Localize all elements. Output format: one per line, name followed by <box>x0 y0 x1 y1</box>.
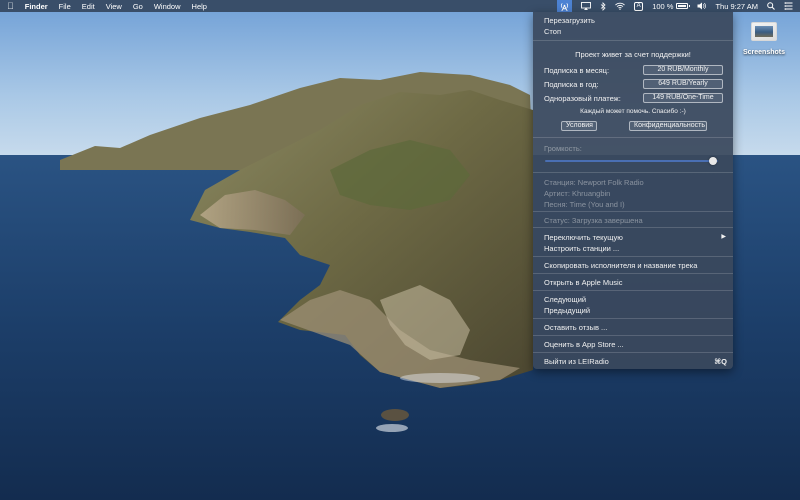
volume-icon[interactable] <box>697 2 707 10</box>
menu-item-rate-app-store[interactable]: Оценить в App Store ... <box>544 340 624 349</box>
subscription-row-yearly: Подписка в год: 649 RUB/Yearly <box>544 79 723 89</box>
one-time-payment-button[interactable]: 149 RUB/One-Time <box>643 93 723 103</box>
menu-separator <box>533 40 733 41</box>
menu-item-restart[interactable]: Перезагрузить <box>544 16 595 25</box>
radio-dropdown-menu: Перезагрузить Стоп Проект живет за счет … <box>533 12 733 369</box>
search-icon[interactable] <box>767 2 775 10</box>
volume-slider-knob[interactable] <box>708 157 717 165</box>
menu-separator <box>533 318 733 319</box>
battery-icon <box>676 3 691 9</box>
quit-label: Выйти из LEIRadio <box>544 357 609 366</box>
switch-current-label: Переключить текущую <box>544 233 623 242</box>
menu-separator <box>533 211 733 212</box>
battery-percent: 100 % <box>652 1 674 11</box>
legal-links: Условия Конфиденциальность <box>533 121 733 131</box>
wifi-icon[interactable] <box>615 2 625 10</box>
thanks-text: Каждый может помочь. Спасибо :-) <box>580 108 686 115</box>
menu-view[interactable]: View <box>106 2 122 11</box>
menu-item-quit[interactable]: Выйти из LEIRadio ⌘Q <box>544 357 733 366</box>
menu-item-next[interactable]: Следующий <box>544 295 586 304</box>
menu-go[interactable]: Go <box>133 2 143 11</box>
menu-separator <box>533 137 733 138</box>
menu-separator <box>533 335 733 336</box>
bluetooth-icon[interactable] <box>600 1 606 11</box>
volume-slider[interactable] <box>545 157 718 165</box>
station-info: Станция: Newport Folk Radio <box>544 178 644 187</box>
terms-button[interactable]: Условия <box>561 121 597 131</box>
menu-window[interactable]: Window <box>154 2 181 11</box>
clock[interactable]: Thu 9:27 AM <box>715 2 758 11</box>
menu-bar:  Finder File Edit View Go Window Help A… <box>0 0 800 12</box>
menu-separator <box>533 227 733 228</box>
subscription-label: Одноразовый платеж: <box>544 93 621 103</box>
menu-item-stop[interactable]: Стоп <box>544 27 561 36</box>
airplay-icon[interactable] <box>581 2 592 10</box>
monthly-subscription-button[interactable]: 20 RUB/Monthly <box>643 65 723 75</box>
radio-antenna-icon[interactable] <box>557 0 573 12</box>
battery-fill <box>678 5 687 7</box>
menu-help[interactable]: Help <box>192 2 207 11</box>
menu-file[interactable]: File <box>59 2 71 11</box>
support-title: Проект живет за счет поддержки! <box>575 50 691 59</box>
control-center-icon[interactable] <box>784 2 793 10</box>
subscription-row-monthly: Подписка в месяц: 20 RUB/Monthly <box>544 65 723 75</box>
volume-label: Громкость: <box>544 144 582 153</box>
menu-separator <box>533 172 733 173</box>
subscription-label: Подписка в год: <box>544 79 599 89</box>
menu-edit[interactable]: Edit <box>82 2 95 11</box>
subscription-label: Подписка в месяц: <box>544 65 610 75</box>
desktop-folder-screenshots[interactable]: Screenshots <box>740 22 788 56</box>
subscription-row-one-time: Одноразовый платеж: 149 RUB/One-Time <box>544 93 723 103</box>
apple-logo-icon[interactable]:  <box>7 1 14 11</box>
menu-item-leave-review[interactable]: Оставить отзыв ... <box>544 323 607 332</box>
menu-item-open-apple-music[interactable]: Открыть в Apple Music <box>544 278 622 287</box>
menu-item-configure-stations[interactable]: Настроить станции ... <box>544 244 619 253</box>
menu-app-name[interactable]: Finder <box>25 2 48 11</box>
privacy-button[interactable]: Конфиденциальность <box>629 121 707 131</box>
submenu-arrow-icon: ▶ <box>721 234 726 240</box>
desktop-icon-label: Screenshots <box>742 49 786 56</box>
battery-status[interactable]: 100 % <box>652 1 691 11</box>
song-info: Песня: Time (You and I) <box>544 200 625 209</box>
menu-item-switch-current[interactable]: Переключить текущую ▶ <box>544 233 733 242</box>
quit-shortcut: ⌘Q <box>714 357 727 366</box>
menu-separator <box>533 256 733 257</box>
menu-separator <box>533 290 733 291</box>
menu-item-previous[interactable]: Предыдущий <box>544 306 590 315</box>
menu-separator <box>533 273 733 274</box>
status-info: Статус: Загрузка завершена <box>544 216 643 225</box>
menu-separator <box>533 352 733 353</box>
input-source-icon[interactable]: A <box>634 1 644 11</box>
artist-info: Артист: Khruangbin <box>544 189 611 198</box>
menu-item-copy-artist-title[interactable]: Скопировать исполнителя и название трека <box>544 261 697 270</box>
yearly-subscription-button[interactable]: 649 RUB/Yearly <box>643 79 723 89</box>
screenshot-thumbnail-icon <box>751 22 777 41</box>
